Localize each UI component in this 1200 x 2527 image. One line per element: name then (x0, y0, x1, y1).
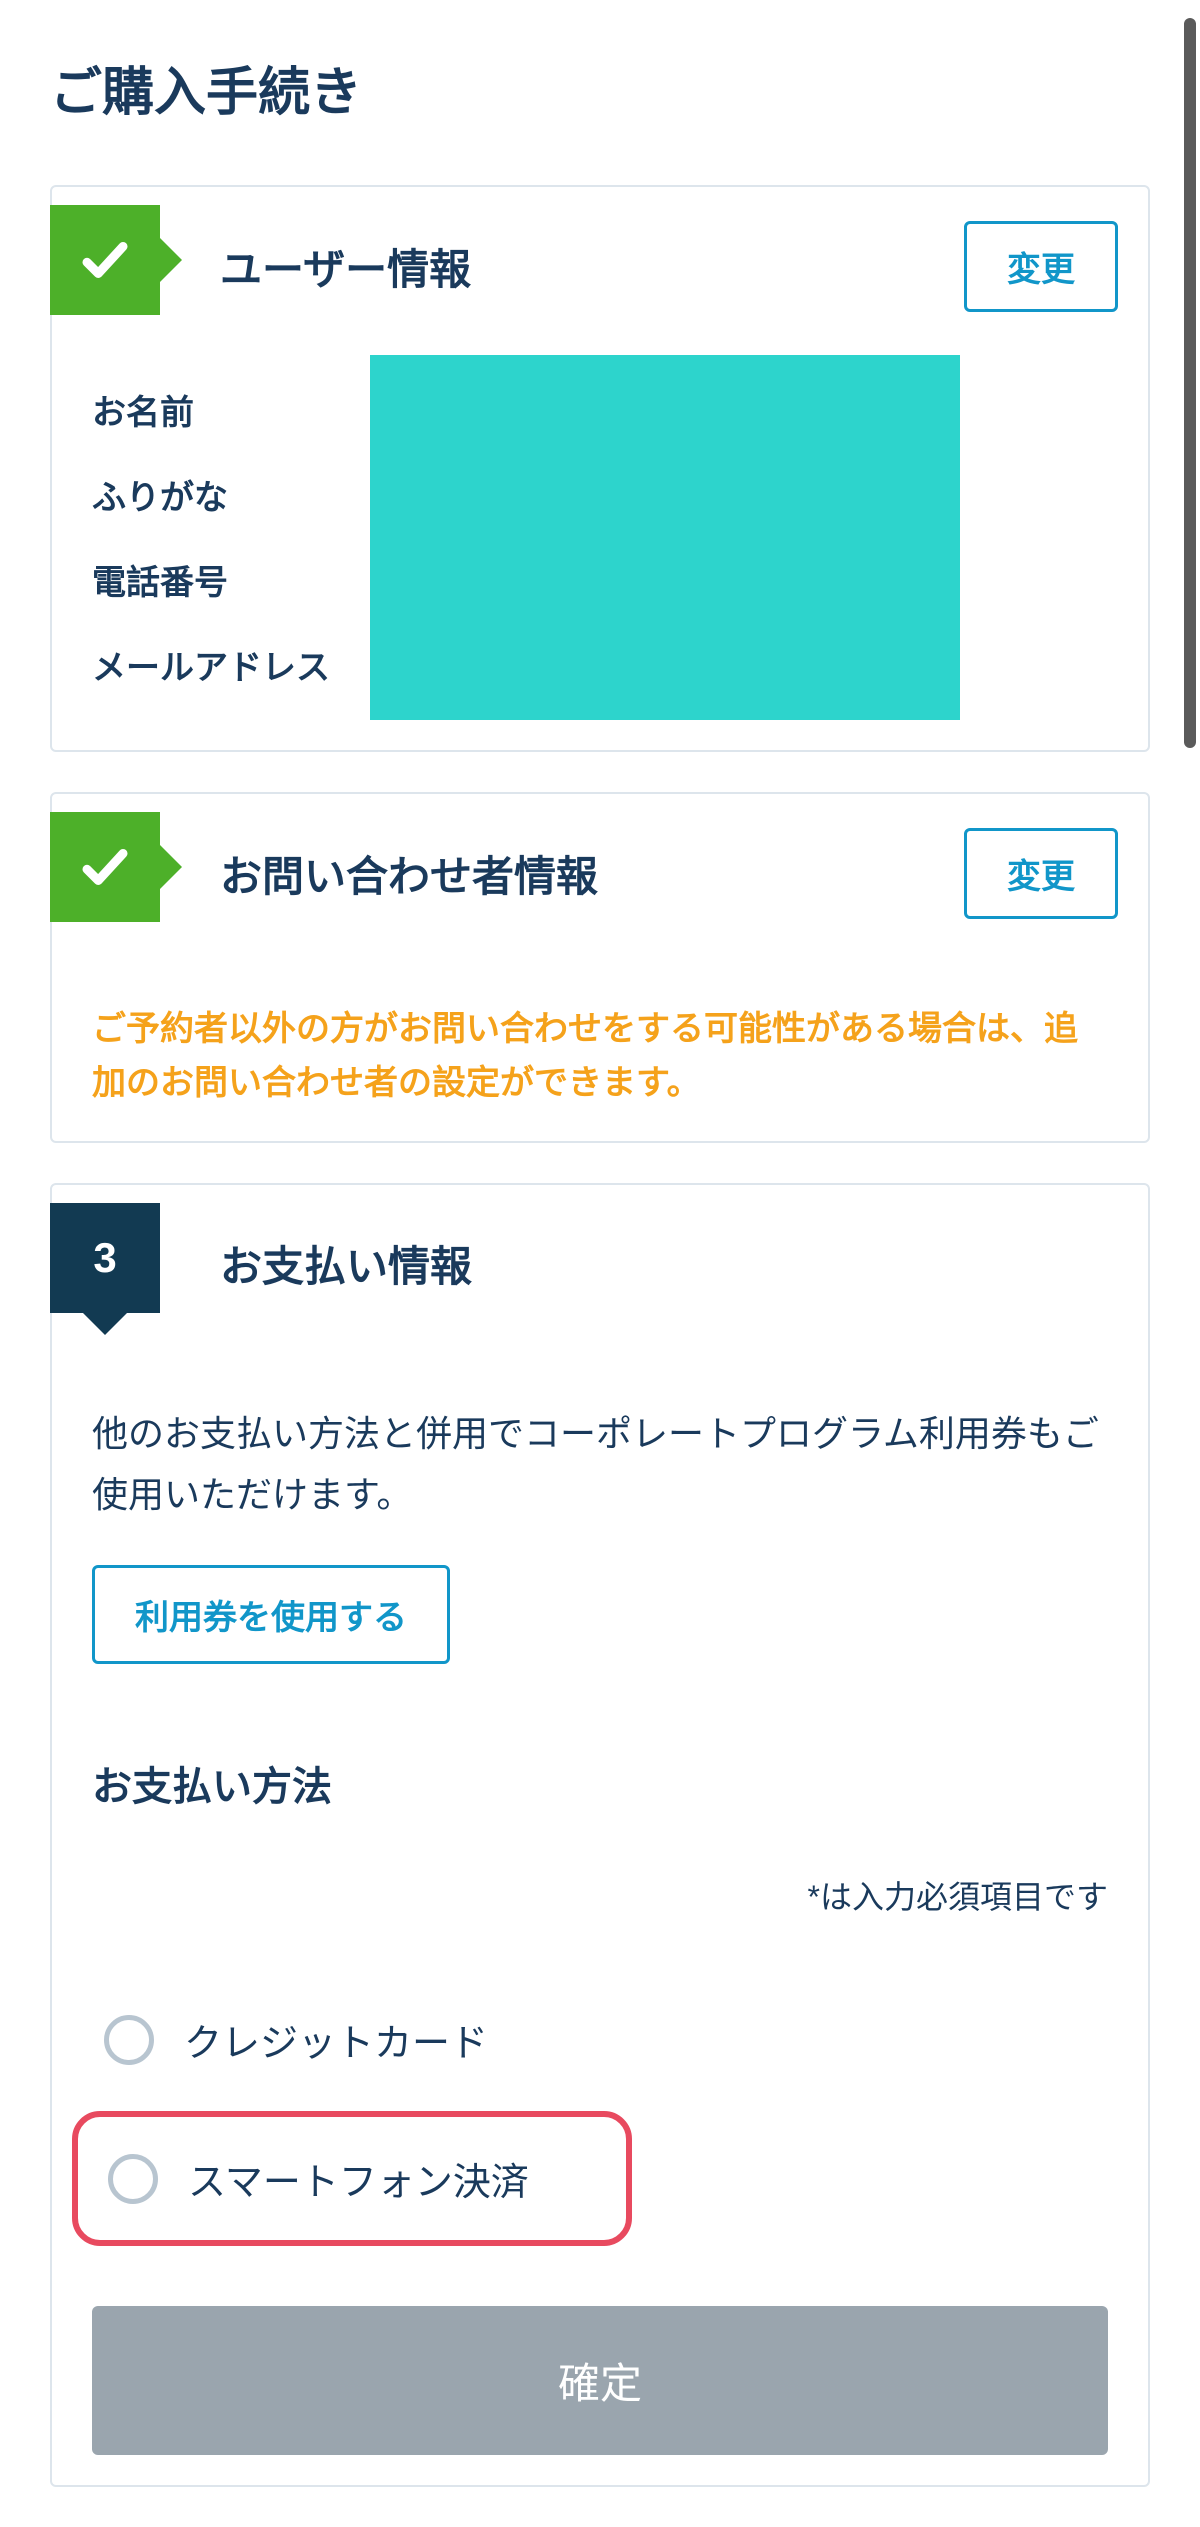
radio-smartphone-payment[interactable]: スマートフォン決済 (72, 2111, 632, 2246)
change-user-info-button[interactable]: 変更 (964, 221, 1118, 312)
label-email: メールアドレス (92, 640, 330, 689)
payment-description: 他のお支払い方法と併用でコーポレートプログラム利用券もご使用いただけます。 (92, 1403, 1108, 1525)
step-badge-current: 3 (50, 1203, 160, 1313)
payment-header: 3 お支払い情報 (52, 1185, 1148, 1343)
use-voucher-button[interactable]: 利用券を使用する (92, 1565, 450, 1664)
radio-icon (104, 2015, 154, 2065)
inquirer-info-header: お問い合わせ者情報 変更 (52, 794, 1148, 952)
radio-label-smartphone: スマートフォン決済 (188, 2151, 529, 2206)
step-badge-done (50, 205, 160, 315)
radio-label-credit-card: クレジットカード (184, 2012, 488, 2067)
payment-method-heading: お支払い方法 (92, 1754, 1108, 1812)
payment-title: お支払い情報 (220, 1233, 1118, 1294)
label-furigana: ふりがな (92, 470, 330, 519)
user-info-body: お名前 ふりがな 電話番号 メールアドレス (52, 345, 1148, 720)
label-name: お名前 (92, 385, 330, 434)
payment-body: 他のお支払い方法と併用でコーポレートプログラム利用券もご使用いただけます。 利用… (52, 1343, 1148, 2455)
scrollbar-thumb[interactable] (1184, 18, 1196, 748)
inquirer-notice: ご予約者以外の方がお問い合わせをする可能性がある場合は、追加のお問い合わせ者の設… (52, 952, 1148, 1111)
payment-card: 3 お支払い情報 他のお支払い方法と併用でコーポレートプログラム利用券もご使用い… (50, 1183, 1150, 2487)
page-title: ご購入手続き (50, 50, 1150, 125)
user-info-header: ユーザー情報 変更 (52, 187, 1148, 345)
user-info-title: ユーザー情報 (220, 236, 964, 297)
user-info-labels: お名前 ふりがな 電話番号 メールアドレス (92, 355, 330, 689)
inquirer-info-title: お問い合わせ者情報 (220, 843, 964, 904)
step-number: 3 (93, 1234, 116, 1282)
inquirer-info-card: お問い合わせ者情報 変更 ご予約者以外の方がお問い合わせをする可能性がある場合は… (50, 792, 1150, 1143)
step-badge-done (50, 812, 160, 922)
label-phone: 電話番号 (92, 555, 330, 604)
change-inquirer-info-button[interactable]: 変更 (964, 828, 1118, 919)
checkmark-icon (78, 840, 132, 894)
required-note: *は入力必須項目です (92, 1872, 1108, 1918)
confirm-button[interactable]: 確定 (92, 2306, 1108, 2455)
payment-method-radio-group: クレジットカード スマートフォン決済 (92, 1978, 1108, 2246)
checkmark-icon (78, 233, 132, 287)
radio-icon (108, 2154, 158, 2204)
radio-credit-card[interactable]: クレジットカード (92, 1978, 1108, 2101)
user-info-card: ユーザー情報 変更 お名前 ふりがな 電話番号 メールアドレス (50, 185, 1150, 752)
redacted-values-block (370, 355, 960, 720)
